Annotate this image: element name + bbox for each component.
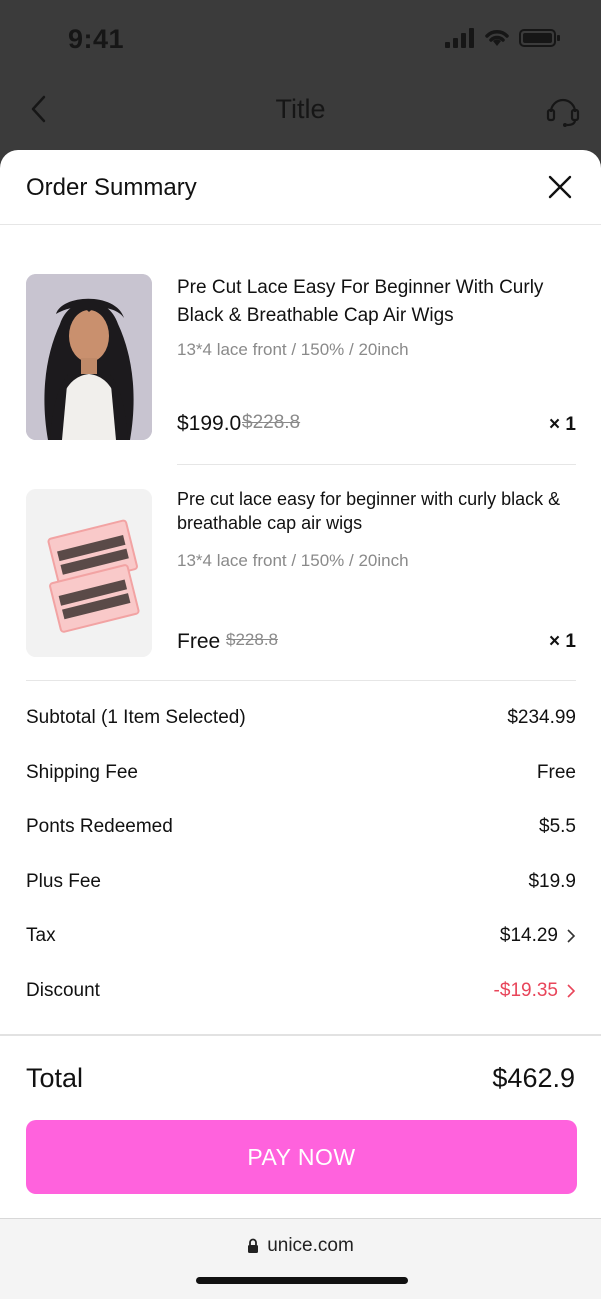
nav-bar: Title (0, 80, 601, 140)
item-quantity: × 1 (549, 414, 576, 435)
order-item-2[interactable]: Pre cut lace easy for beginner with curl… (26, 489, 576, 659)
sheet-title: Order Summary (26, 174, 197, 201)
browser-bar: unice.com (0, 1218, 601, 1299)
shipping-label: Shipping Fee (26, 762, 138, 783)
item-title-line2: Black & Breathable Cap Air Wigs (177, 305, 454, 326)
item-divider (177, 464, 576, 465)
chevron-right-icon[interactable] (566, 929, 576, 943)
home-indicator[interactable] (196, 1277, 408, 1284)
subtotal-label: Subtotal (1 Item Selected) (26, 707, 246, 728)
item-quantity: × 1 (549, 631, 576, 652)
product-image-wig (26, 274, 152, 440)
plus-fee-label: Plus Fee (26, 871, 101, 892)
sheet-header: Order Summary (0, 150, 601, 225)
nav-title: Title (275, 94, 326, 124)
total-value: $462.9 (492, 1063, 575, 1093)
tax-label: Tax (26, 925, 56, 946)
status-icons (445, 28, 561, 48)
url-text: unice.com (267, 1235, 354, 1256)
item-title-line1: Pre Cut Lace Easy For Beginner With Curl… (177, 277, 544, 298)
order-item-1[interactable]: Pre Cut Lace Easy For Beginner With Curl… (26, 274, 576, 444)
discount-row[interactable]: Discount -$19.35 (26, 980, 576, 1010)
points-label: Ponts Redeemed (26, 816, 173, 837)
discount-value: -$19.35 (493, 980, 558, 1001)
shipping-value: Free (536, 762, 576, 783)
item-price: Free (177, 630, 221, 653)
plus-fee-value: $19.9 (528, 871, 576, 892)
items-bottom-divider (26, 680, 576, 681)
pay-now-button[interactable]: PAY NOW (26, 1120, 577, 1194)
total-divider (0, 1034, 601, 1036)
wifi-icon (485, 30, 509, 46)
item-variant: 13*4 lace front / 150% / 20inch (177, 340, 409, 359)
url-display[interactable]: unice.com (0, 1235, 601, 1257)
product-image-lashes (26, 489, 152, 657)
item-original-price: $228.8 (226, 630, 278, 649)
chevron-right-icon[interactable] (566, 984, 576, 998)
discount-label: Discount (26, 980, 100, 1001)
item-title-line2: breathable cap air wigs (177, 513, 363, 533)
item-variant: 13*4 lace front / 150% / 20inch (177, 551, 409, 570)
subtotal-value: $234.99 (507, 707, 576, 728)
close-icon[interactable] (547, 174, 573, 200)
status-bar: 9:41 (0, 0, 601, 80)
points-value: $5.5 (539, 816, 576, 837)
shipping-row: Shipping Fee Free (26, 762, 576, 792)
subtotal-row: Subtotal (1 Item Selected) $234.99 (26, 707, 576, 737)
signal-icon (445, 28, 474, 48)
headset-icon[interactable] (545, 92, 581, 128)
tax-row[interactable]: Tax $14.29 (26, 925, 576, 955)
item-title-line1: Pre cut lace easy for beginner with curl… (177, 489, 561, 509)
order-summary-sheet: Order Summary Pre Cut Lace Easy For Begi… (0, 150, 601, 1299)
item-price: $199.0 (177, 412, 242, 435)
tax-value: $14.29 (499, 925, 558, 946)
lock-icon (248, 1238, 259, 1253)
total-label: Total (26, 1063, 84, 1093)
plus-fee-row: Plus Fee $19.9 (26, 871, 576, 901)
points-row: Ponts Redeemed $5.5 (26, 816, 576, 846)
battery-icon (519, 29, 560, 47)
status-time: 9:41 (68, 24, 125, 54)
item-original-price: $228.8 (242, 412, 301, 433)
